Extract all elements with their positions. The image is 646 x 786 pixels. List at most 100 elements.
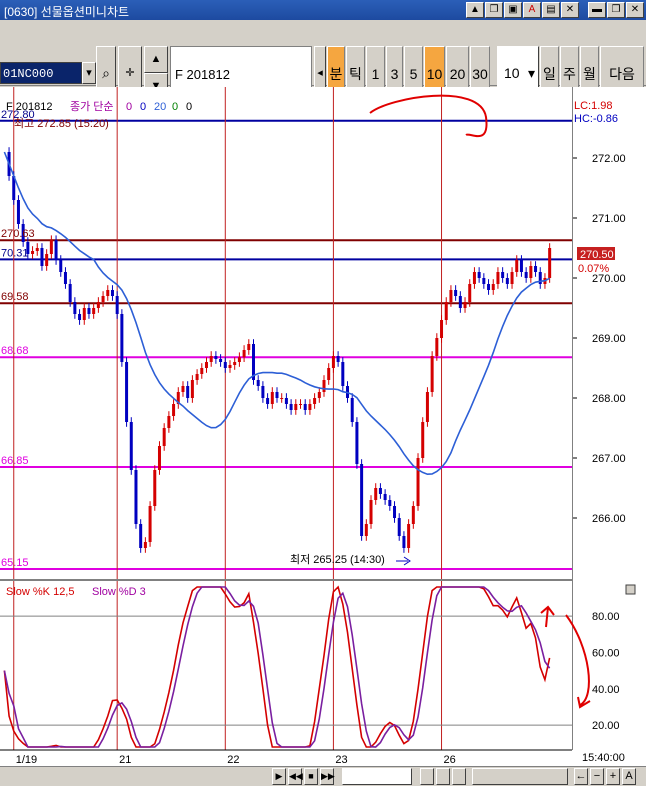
candle-body [421,422,425,458]
candle-body [440,320,444,338]
forward-icon[interactable]: ▶▶ [320,768,335,785]
price-tick-label: 268.00 [592,393,626,405]
candle-body [275,392,279,398]
close-button[interactable]: ✕ [626,2,644,18]
candle-body [40,248,44,266]
maximize-button[interactable]: ❐ [607,2,625,18]
close-doc-icon[interactable]: ✕ [561,2,579,18]
layout-1-icon[interactable] [420,768,434,785]
candle-body [280,398,284,399]
drawing-tools[interactable] [472,768,568,785]
stoch-k-line [3,585,551,748]
legend-param-1: 0 [126,101,132,113]
candle-body [496,272,500,284]
candle-body [548,248,552,278]
candle-body [209,356,213,362]
code-dropdown-icon[interactable]: ▾ [82,62,96,84]
legend-param-4: 0 [172,101,178,113]
candle-body [16,200,20,224]
candle-body [425,392,429,422]
candle-body [374,488,378,500]
play-icon[interactable]: ▶ [272,768,286,785]
candle-body [237,357,241,362]
hc-value: HC:-0.86 [574,113,618,125]
up-spin-icon[interactable]: ▲ [144,46,168,73]
stoch-k-title: Slow %K 12,5 [6,586,74,598]
price-chart[interactable]: 272.80270.6370.3169.5868.6866.8565.15 27… [0,87,646,768]
candle-body [411,506,415,524]
title-bar: [0630] 선물옵션미니차트 ▲ ❐ ▣ A ▤ ✕ ▬ ❐ ✕ [0,0,646,20]
candle-body [115,296,119,314]
bottom-toolbar: ▶ ◀◀ ■ ▶▶ ← − + A [0,766,646,786]
grid-icon[interactable]: ▤ [542,2,560,18]
current-price-value: 270.50 [580,249,614,261]
candle-body [519,260,523,272]
candle-body [266,398,270,404]
window-icon[interactable]: ❐ [485,2,503,18]
candle-body [186,386,190,398]
candle-body [463,302,467,308]
stop-icon[interactable]: ■ [304,768,318,785]
time-label: 21 [119,754,131,766]
candle-body [515,260,519,272]
candle-body [336,356,340,362]
candle-body [31,251,35,254]
chart-area[interactable]: 272.80 270.63 70.31 69.58 68.68 66.85 65.15 27… [0,87,646,768]
pane-divider[interactable] [0,579,572,581]
candle-body [364,524,368,536]
stoch-tick-label: 60.00 [592,647,620,659]
candle-body [106,290,110,296]
text-icon[interactable]: A [622,768,636,785]
legend-param-3: 20 [154,101,166,113]
time-label: 26 [444,754,456,766]
candle-body [242,350,246,358]
candle-body [125,362,129,422]
candle-body [82,308,86,320]
candle-body [383,494,387,500]
candle-body [435,338,439,356]
candle-body [468,284,472,302]
add-icon[interactable]: + [606,768,620,785]
code-input[interactable]: 01NC000 [0,62,82,84]
candle-body [472,272,476,284]
candle-body [261,386,265,398]
legend-param-5: 0 [186,101,192,113]
minimize-button[interactable]: ▬ [588,2,606,18]
layout-icon[interactable]: ▣ [504,2,522,18]
candle-body [157,446,161,470]
window-title: [0630] 선물옵션미니차트 [4,5,130,19]
price-tick-label: 267.00 [592,453,626,465]
font-icon[interactable]: A [523,2,541,18]
stoch-tick-label: 40.00 [592,684,620,696]
level-label: 270.63 [1,228,35,240]
candle-body [49,240,53,254]
candle-body [284,398,288,404]
time-label: 1/19 [16,754,37,766]
candle-body [491,284,495,290]
candle-body [92,308,96,314]
instrument-name-value: F 201812 [175,67,230,82]
price-axis-border [572,87,573,750]
scroll-slider[interactable] [342,768,412,785]
layout-2-icon[interactable] [436,768,450,785]
rewind-icon[interactable]: ◀◀ [288,768,303,785]
price-tick-label: 269.00 [592,333,626,345]
pin-icon[interactable]: ▲ [466,2,484,18]
candle-body [524,272,528,278]
candle-body [360,464,364,536]
candle-body [350,398,354,422]
candle-body [120,314,124,362]
candle-body [402,536,406,548]
candle-body [223,362,227,368]
candle-body [505,278,509,284]
candle-body [327,368,331,380]
pane-close-icon[interactable] [625,584,636,595]
layout-3-icon[interactable] [452,768,466,785]
zoom-in-icon[interactable]: ← [574,768,588,785]
candle-body [139,524,143,548]
zoom-out-icon[interactable]: − [590,768,604,785]
stoch-d-line [3,586,551,748]
candle-body [369,500,373,524]
candle-body [73,302,77,314]
candle-body [487,284,491,290]
